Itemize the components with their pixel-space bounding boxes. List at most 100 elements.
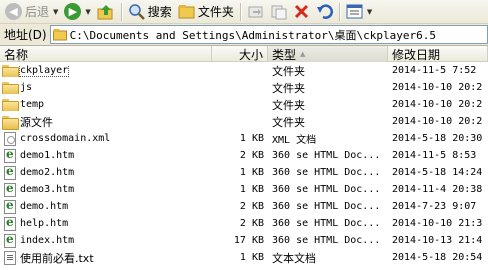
file-rows: ckplayer 文件夹 2014-11-5 7:52 js 文件夹 2014-10-10… (0, 62, 488, 266)
delete-button[interactable] (290, 1, 313, 23)
folder-icon (2, 64, 19, 77)
file-type: 360 se HTML Doc... (272, 201, 381, 212)
forward-button[interactable]: ▶ ▼ (61, 1, 93, 23)
file-modified-date: 2014-10-10 20:2 (392, 99, 483, 110)
table-row[interactable]: ckplayer 文件夹 2014-11-5 7:52 (0, 62, 488, 79)
file-type: 360 se HTML Doc... (272, 235, 381, 246)
up-folder-button[interactable] (94, 1, 118, 23)
html-file-icon (4, 233, 16, 248)
html-file-icon (4, 182, 16, 197)
copy-to-icon (271, 5, 287, 20)
file-name: 源文件 (20, 115, 53, 129)
address-path: C:\Documents and Settings\Administrator\… (69, 28, 436, 42)
file-name-cell: help.htm (0, 216, 212, 231)
folders-button[interactable]: 文件夹 (175, 1, 237, 23)
file-name: help.htm (20, 218, 69, 229)
folder-icon (52, 29, 67, 41)
sort-ascending-icon: ▲ (300, 50, 306, 58)
file-name: demo1.htm (20, 150, 75, 161)
address-label: 地址(D) (4, 28, 47, 42)
file-size: 1 KB (239, 252, 264, 263)
address-input[interactable]: C:\Documents and Settings\Administrator\… (49, 25, 488, 44)
file-name: temp (20, 99, 45, 110)
table-row[interactable]: help.htm 2 KB 360 se HTML Doc... 2014-10-10… (0, 215, 488, 232)
folder-icon (2, 98, 19, 111)
table-row[interactable]: demo3.htm 1 KB 360 se HTML Doc... 2014-11-4… (0, 181, 488, 198)
file-size: 2 KB (239, 218, 264, 229)
file-name: demo3.htm (20, 184, 75, 195)
file-name: crossdomain.xml (20, 133, 111, 144)
file-name: 使用前必看.txt (20, 251, 94, 265)
file-size: 1 KB (239, 184, 264, 195)
back-button[interactable]: ◀ 后退 ▼ (2, 1, 61, 23)
undo-button[interactable] (313, 1, 336, 23)
column-type[interactable]: 类型 ▲ (268, 46, 388, 62)
file-name-cell: temp (0, 98, 212, 111)
file-name-cell: demo2.htm (0, 165, 212, 180)
table-row[interactable]: demo1.htm 2 KB 360 se HTML Doc... 2014-11-5… (0, 147, 488, 164)
file-type: 文件夹 (272, 81, 305, 95)
file-modified-date: 2014-7-23 9:07 (392, 201, 477, 212)
file-size: 2 KB (239, 201, 264, 212)
file-name: ckplayer (18, 64, 70, 77)
file-type: 360 se HTML Doc... (272, 184, 381, 195)
toolbar-divider (120, 2, 122, 21)
folder-icon (2, 115, 19, 130)
file-size: 17 KB (233, 235, 264, 246)
html-file-icon (4, 199, 16, 214)
move-to-icon (248, 6, 263, 18)
toolbar-divider (239, 2, 241, 21)
chevron-down-icon: ▼ (85, 7, 91, 16)
chevron-down-icon: ▼ (53, 7, 59, 16)
back-arrow-icon: ◀ (5, 3, 22, 20)
column-size[interactable]: 大小 (212, 46, 268, 62)
file-name-cell: 使用前必看.txt (0, 250, 212, 266)
column-name[interactable]: 名称 (0, 46, 212, 62)
table-row[interactable]: crossdomain.xml 1 KB XML 文档 2014-5-18 20:30 (0, 130, 488, 147)
forward-arrow-icon: ▶ (64, 3, 82, 20)
file-modified-date: 2014-11-4 20:38 (392, 184, 483, 195)
file-name-cell: crossdomain.xml (0, 131, 212, 146)
back-label: 后退 (25, 5, 50, 19)
table-row[interactable]: js 文件夹 2014-10-10 20:2 (0, 79, 488, 96)
views-button[interactable]: ▼ (343, 1, 375, 23)
table-row[interactable]: temp 文件夹 2014-10-10 20:2 (0, 96, 488, 113)
column-size-label: 大小 (238, 47, 263, 62)
file-modified-date: 2014-10-10 20:2 (392, 116, 483, 127)
file-name-cell: 源文件 (0, 114, 212, 130)
search-button[interactable]: 搜索 (125, 1, 175, 23)
table-row[interactable]: 使用前必看.txt 1 KB 文本文档 2014-5-18 20:54 (0, 249, 488, 266)
search-icon (129, 4, 145, 20)
search-label: 搜索 (147, 5, 172, 19)
file-modified-date: 2014-11-5 8:53 (392, 150, 477, 161)
file-modified-date: 2014-10-10 21:3 (392, 218, 483, 229)
copy-to-button[interactable] (267, 1, 290, 23)
up-folder-icon (97, 4, 113, 19)
text-file-icon (4, 250, 16, 265)
file-type: 360 se HTML Doc... (272, 150, 381, 161)
address-bar: 地址(D) C:\Documents and Settings\Administ… (0, 24, 488, 46)
file-size: 1 KB (239, 133, 264, 144)
file-modified-date: 2014-5-18 14:24 (392, 167, 483, 178)
table-row[interactable]: demo.htm 2 KB 360 se HTML Doc... 2014-7-23 … (0, 198, 488, 215)
column-type-label: 类型 (272, 47, 297, 62)
column-date[interactable]: 修改日期 (388, 46, 488, 62)
folder-icon (178, 4, 195, 18)
file-modified-date: 2014-5-18 20:30 (392, 133, 483, 144)
file-modified-date: 2014-11-5 7:52 (392, 65, 477, 76)
html-file-icon (4, 216, 16, 231)
file-type: 文本文档 (272, 251, 316, 265)
toolbar: ◀ 后退 ▼ ▶ ▼ 搜索 文件夹 ▼ (0, 0, 488, 24)
file-list: 名称 大小 类型 ▲ 修改日期 ckplayer 文件夹 2014-11-5 7:5… (0, 46, 488, 270)
table-row[interactable]: demo2.htm 1 KB 360 se HTML Doc... 2014-5-18… (0, 164, 488, 181)
toolbar-divider (338, 2, 340, 21)
file-name-cell: js (0, 81, 212, 94)
file-type: 360 se HTML Doc... (272, 167, 381, 178)
table-row[interactable]: 源文件 文件夹 2014-10-10 20:2 (0, 113, 488, 130)
move-to-button[interactable] (244, 1, 267, 23)
file-name-cell: demo.htm (0, 199, 212, 214)
table-row[interactable]: index.htm 17 KB 360 se HTML Doc... 2014-10-… (0, 232, 488, 249)
column-name-label: 名称 (4, 47, 29, 62)
file-modified-date: 2014-10-13 21:4 (392, 235, 483, 246)
xml-file-icon (4, 131, 16, 146)
